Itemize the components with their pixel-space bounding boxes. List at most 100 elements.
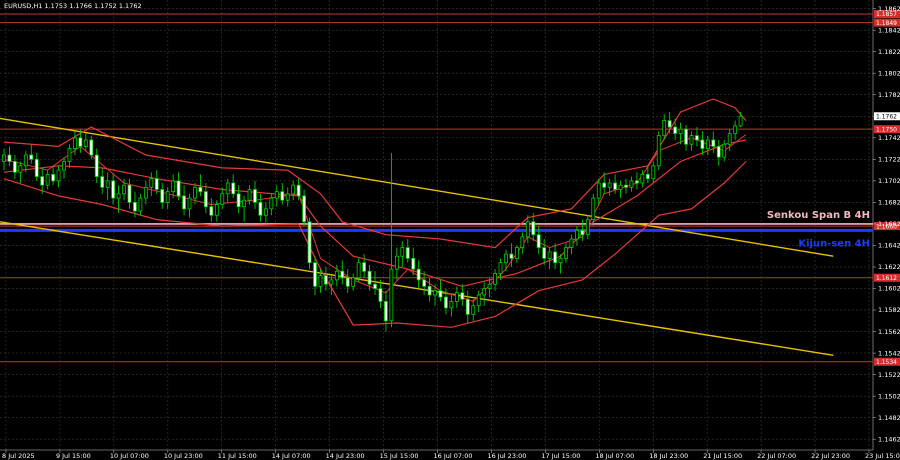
y-tick-label: 1.1742 [878, 134, 900, 142]
candle-body [171, 180, 176, 193]
candle-body [18, 165, 23, 173]
candle-body [23, 154, 28, 167]
candle-body [613, 182, 617, 190]
x-tick-label: 18 Jul 07:00 [595, 452, 634, 460]
y-tick-label: 1.1602 [878, 285, 900, 293]
y-tick-label: 1.1462 [878, 435, 900, 443]
candle-body [433, 290, 437, 296]
candle-body [225, 182, 230, 195]
candle-body [203, 191, 208, 208]
candle-body [133, 201, 137, 212]
candle-body [345, 277, 350, 287]
candle-body [231, 182, 236, 195]
x-tick-label: 23 Jul 15:00 [865, 452, 900, 460]
candle-body [400, 247, 405, 257]
y-tick-label: 1.1782 [878, 91, 900, 99]
candle-body [324, 275, 328, 285]
candle-body [449, 301, 454, 309]
candle-body [340, 270, 345, 279]
x-tick-label: 17 Jul 15:00 [541, 452, 580, 460]
candle-body [596, 182, 601, 199]
candle-body [296, 184, 301, 197]
candle-body [149, 178, 154, 188]
price-level-label: 1.1750 [876, 126, 897, 133]
candle-body [394, 255, 399, 270]
y-tick-label: 1.1482 [878, 414, 900, 422]
x-tick-label: 22 Jul 07:00 [757, 452, 796, 460]
candle-body [29, 154, 34, 160]
x-tick-label: 21 Jul 15:00 [703, 452, 742, 460]
y-tick-label: 1.1562 [878, 328, 900, 336]
candle-body [263, 208, 268, 216]
candle-body [214, 204, 219, 216]
candle-body [291, 184, 296, 195]
candle-body [405, 247, 410, 259]
x-tick-label: 16 Jul 23:00 [487, 452, 526, 460]
candle-body [111, 180, 116, 199]
x-tick-label: 14 Jul 23:00 [326, 452, 365, 460]
candle-body [307, 221, 312, 264]
candle-body [40, 176, 45, 186]
candle-body [182, 195, 186, 210]
eurusd-h1-chart: 1.18571.18491.17501.16601.16121.1534Senk… [0, 0, 900, 460]
candle-body [127, 184, 132, 203]
candle-body [564, 247, 568, 259]
x-tick-label: 8 Jul 2025 [2, 452, 35, 460]
x-tick-label: 15 Jul 15:00 [380, 452, 419, 460]
candle-body [640, 174, 645, 184]
candle-body [78, 137, 83, 147]
candle-body [411, 257, 416, 270]
candle-body [116, 193, 121, 199]
x-tick-label: 22 Jul 23:00 [811, 452, 850, 460]
candle-body [334, 270, 339, 281]
candle-body [602, 182, 607, 188]
candle-body [176, 180, 181, 197]
y-tick-label: 1.1862 [878, 5, 900, 13]
candle-body [585, 219, 590, 236]
y-tick-label: 1.1842 [878, 26, 900, 34]
price-level-label: 1.1612 [876, 275, 897, 282]
price-axis: 1.1862 1.1842 1.1822 1.1802 1.1782 1.1762 1.17… [873, 5, 900, 443]
candle-body [547, 251, 552, 259]
candle-body [700, 139, 705, 149]
candle-body [138, 197, 143, 212]
candle-body [7, 154, 12, 162]
candle-body [83, 139, 88, 147]
candle-body [378, 288, 383, 302]
candle-body [553, 251, 557, 264]
candle-body [373, 283, 377, 289]
candle-body [504, 253, 508, 264]
candle-body [722, 143, 727, 158]
candle-body [673, 126, 678, 134]
candle-body [94, 154, 99, 177]
candle-body [476, 294, 481, 307]
candle-body [607, 182, 612, 188]
candle-body [258, 201, 263, 216]
candle-body [493, 273, 497, 285]
candle-body [242, 199, 246, 208]
current-price-label: 1.1762 [876, 113, 897, 120]
candle-body [73, 137, 77, 149]
y-tick-label: 1.1682 [878, 199, 900, 207]
candle-body [389, 268, 394, 322]
y-tick-label: 1.1662 [878, 220, 900, 228]
candle-body [498, 262, 503, 274]
indicator-label: Kijun-sen 4H [798, 238, 870, 249]
y-tick-label: 1.1522 [878, 371, 900, 379]
candle-body [454, 292, 459, 302]
candle-body [542, 247, 547, 259]
candle-body [645, 174, 650, 180]
candle-body [635, 180, 639, 184]
indicator-label: Senkou Span B 4H [767, 210, 870, 221]
candle-body [105, 180, 110, 188]
candle-body [13, 161, 17, 173]
candle-body [509, 253, 514, 259]
candle-body [253, 189, 257, 203]
candle-body [384, 301, 388, 322]
candle-body [482, 288, 487, 296]
x-tick-label: 10 Jul 07:00 [110, 452, 149, 460]
candle-body [667, 120, 672, 128]
candle-body [56, 169, 61, 182]
candle-body [269, 197, 274, 210]
candle-body [727, 133, 732, 145]
